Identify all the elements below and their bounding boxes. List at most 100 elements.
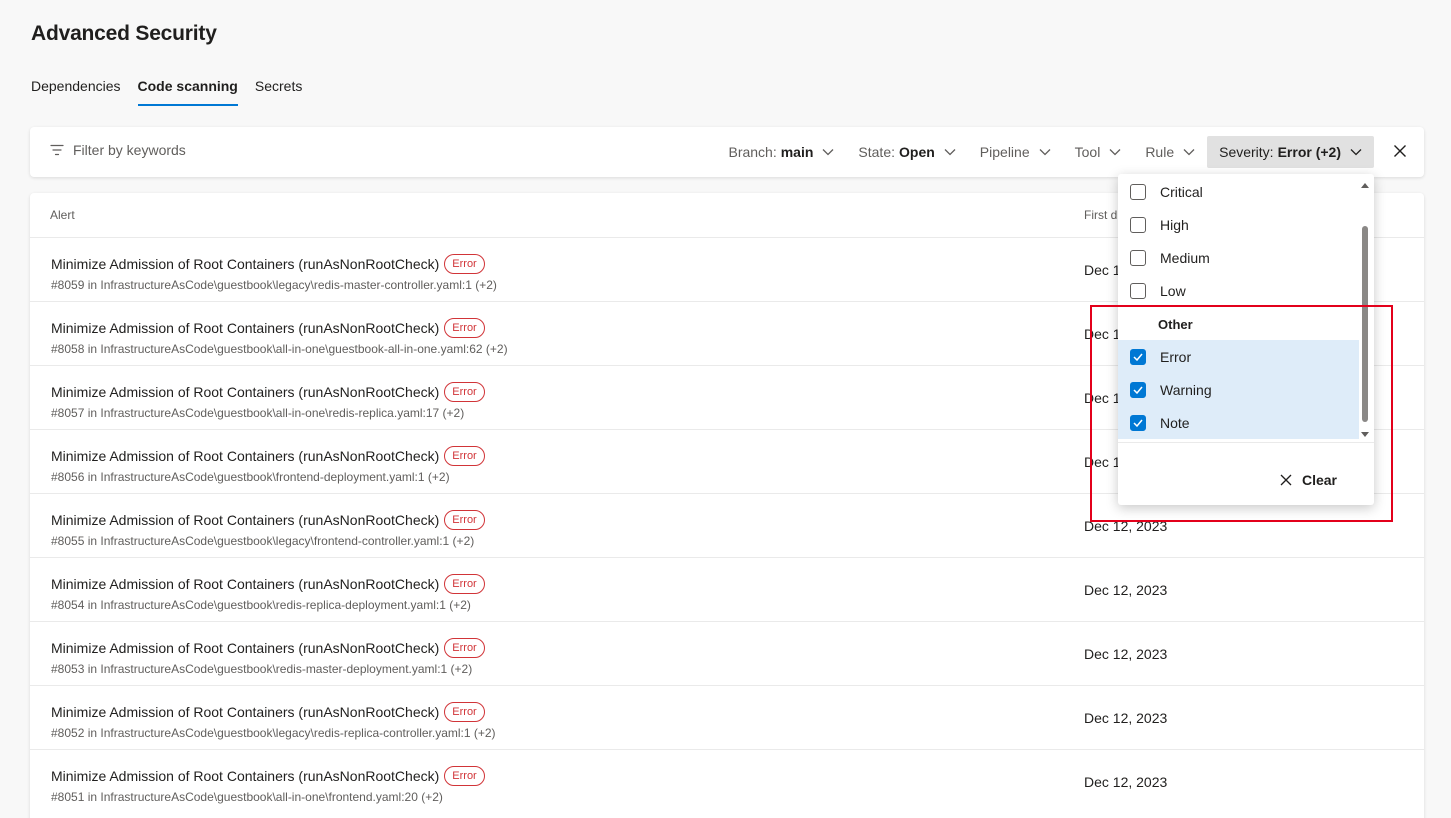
severity-badge: Error	[444, 638, 485, 658]
state-filter-label: State:	[858, 144, 896, 160]
dropdown-scrollbar[interactable]	[1361, 182, 1369, 444]
alert-title: Minimize Admission of Root Containers (r…	[51, 576, 440, 592]
checkbox-checked[interactable]	[1130, 381, 1146, 398]
severity-badge: Error	[444, 574, 485, 594]
filter-icon	[50, 144, 64, 156]
alert-title: Minimize Admission of Root Containers (r…	[51, 320, 440, 336]
tab-dependencies[interactable]: Dependencies	[31, 78, 121, 106]
clear-severity-button[interactable]: Clear	[1280, 472, 1337, 488]
severity-badge: Error	[444, 318, 485, 338]
severity-badge: Error	[444, 254, 485, 274]
table-row[interactable]: Minimize Admission of Root Containers (r…	[30, 685, 1424, 749]
tab-bar: Dependencies Code scanning Secrets	[31, 78, 319, 106]
checkmark-icon	[1133, 353, 1143, 361]
alert-title: Minimize Admission of Root Containers (r…	[51, 640, 440, 656]
alert-date: Dec 1	[1084, 390, 1121, 406]
table-row[interactable]: Minimize Admission of Root Containers (r…	[30, 621, 1424, 685]
tab-secrets[interactable]: Secrets	[255, 78, 302, 106]
alert-date: Dec 1	[1084, 262, 1121, 278]
chevron-down-icon	[1350, 149, 1362, 156]
severity-filter[interactable]: Severity: Error (+2)	[1207, 136, 1374, 168]
chevron-down-icon	[1039, 149, 1051, 156]
scrollbar-thumb[interactable]	[1362, 226, 1368, 422]
severity-option-low[interactable]: Low	[1118, 274, 1359, 307]
rule-filter-label: Rule	[1145, 144, 1175, 160]
severity-badge: Error	[444, 446, 485, 466]
alert-location: #8054 in InfrastructureAsCode\guestbook\…	[51, 598, 471, 612]
pipeline-filter[interactable]: Pipeline	[968, 136, 1063, 168]
clear-filters-button[interactable]	[1393, 144, 1407, 163]
close-icon	[1394, 145, 1406, 157]
page-title: Advanced Security	[31, 22, 217, 45]
checkbox-checked[interactable]	[1130, 414, 1146, 431]
alert-date: Dec 12, 2023	[1084, 582, 1168, 598]
tool-filter[interactable]: Tool	[1063, 136, 1134, 168]
tool-filter-label: Tool	[1074, 144, 1101, 160]
alert-title: Minimize Admission of Root Containers (r…	[51, 448, 440, 464]
chevron-down-icon	[1183, 149, 1195, 156]
option-label: Warning	[1160, 381, 1212, 398]
severity-filter-label: Severity:	[1219, 144, 1274, 160]
severity-dropdown: Critical High Medium Low Other Error War…	[1118, 174, 1374, 505]
checkbox[interactable]	[1130, 249, 1146, 266]
severity-option-medium[interactable]: Medium	[1118, 241, 1359, 274]
scroll-down-arrow-icon[interactable]	[1361, 430, 1369, 438]
keyword-filter-input[interactable]: Filter by keywords	[50, 142, 186, 158]
alert-date: Dec 12, 2023	[1084, 710, 1168, 726]
scroll-up-arrow-icon[interactable]	[1361, 182, 1369, 190]
table-row[interactable]: Minimize Admission of Root Containers (r…	[30, 557, 1424, 621]
branch-filter-label: Branch:	[728, 144, 777, 160]
filter-bar: Filter by keywords Branch: main State: O…	[30, 127, 1424, 177]
table-row[interactable]: Minimize Admission of Root Containers (r…	[30, 749, 1424, 813]
severity-filter-value: Error (+2)	[1277, 144, 1341, 160]
state-filter-value: Open	[899, 144, 935, 160]
alert-title: Minimize Admission of Root Containers (r…	[51, 768, 440, 784]
alert-date: Dec 1	[1084, 326, 1121, 342]
severity-badge: Error	[444, 702, 485, 722]
filter-pills: Branch: main State: Open Pipeline Tool R…	[716, 136, 1374, 168]
alert-location: #8051 in InfrastructureAsCode\guestbook\…	[51, 790, 443, 804]
checkbox[interactable]	[1130, 216, 1146, 233]
state-filter[interactable]: State: Open	[846, 136, 967, 168]
option-label: Low	[1160, 282, 1186, 299]
alert-date: Dec 1	[1084, 454, 1121, 470]
rule-filter[interactable]: Rule	[1133, 136, 1207, 168]
severity-option-warning[interactable]: Warning	[1118, 373, 1359, 406]
alert-date: Dec 12, 2023	[1084, 518, 1168, 534]
alert-location: #8052 in InfrastructureAsCode\guestbook\…	[51, 726, 496, 740]
checkmark-icon	[1133, 386, 1143, 394]
severity-option-error[interactable]: Error	[1118, 340, 1359, 373]
alert-title: Minimize Admission of Root Containers (r…	[51, 704, 440, 720]
alert-location: #8055 in InfrastructureAsCode\guestbook\…	[51, 534, 475, 548]
branch-filter-value: main	[780, 144, 814, 160]
severity-badge: Error	[444, 510, 485, 530]
chevron-down-icon	[944, 149, 956, 156]
alert-location: #8057 in InfrastructureAsCode\guestbook\…	[51, 406, 465, 420]
column-header-alert[interactable]: Alert	[50, 208, 75, 222]
clear-label: Clear	[1301, 472, 1337, 488]
chevron-down-icon	[1109, 149, 1121, 156]
checkbox-checked[interactable]	[1130, 348, 1146, 365]
pipeline-filter-label: Pipeline	[979, 144, 1030, 160]
alert-title: Minimize Admission of Root Containers (r…	[51, 256, 440, 272]
branch-filter[interactable]: Branch: main	[716, 136, 846, 168]
close-icon	[1280, 474, 1292, 486]
option-label: Medium	[1160, 249, 1210, 266]
tab-code-scanning[interactable]: Code scanning	[137, 78, 239, 106]
keyword-filter-placeholder: Filter by keywords	[73, 142, 186, 158]
option-label: Note	[1160, 414, 1190, 431]
severity-option-critical[interactable]: Critical	[1118, 175, 1359, 208]
alert-title: Minimize Admission of Root Containers (r…	[51, 384, 440, 400]
column-header-first-detected[interactable]: First d	[1084, 208, 1117, 222]
alert-location: #8058 in InfrastructureAsCode\guestbook\…	[51, 342, 508, 356]
checkbox[interactable]	[1130, 282, 1146, 299]
checkbox[interactable]	[1130, 183, 1146, 200]
divider	[1118, 442, 1374, 443]
severity-option-high[interactable]: High	[1118, 208, 1359, 241]
severity-option-note[interactable]: Note	[1118, 406, 1359, 439]
alert-title: Minimize Admission of Root Containers (r…	[51, 512, 440, 528]
option-label: High	[1160, 216, 1189, 233]
alert-location: #8053 in InfrastructureAsCode\guestbook\…	[51, 662, 473, 676]
alert-location: #8059 in InfrastructureAsCode\guestbook\…	[51, 278, 497, 292]
severity-group-other: Other	[1158, 317, 1193, 332]
